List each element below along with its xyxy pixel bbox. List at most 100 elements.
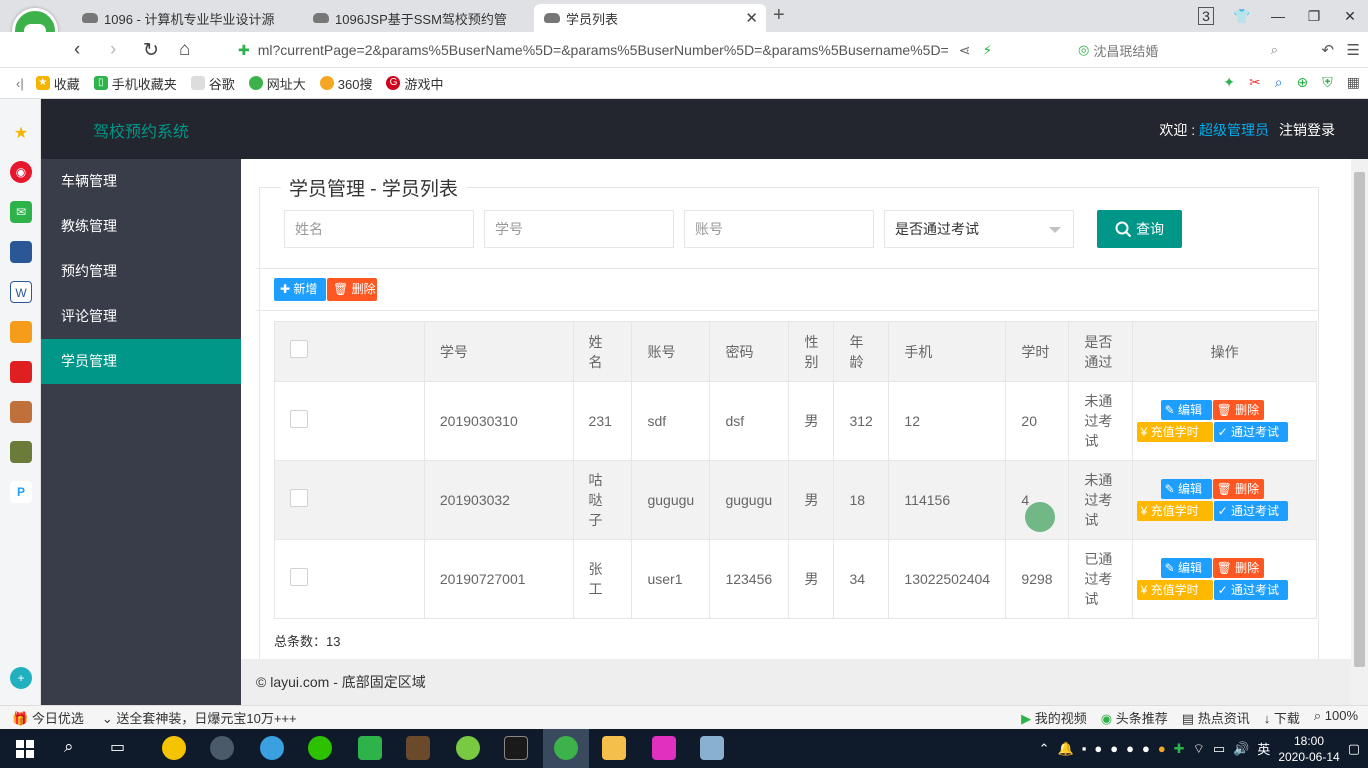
recharge-hours-button[interactable]: ¥ 充值学时: [1136, 501, 1213, 521]
col-header-age[interactable]: 年龄: [833, 321, 890, 382]
row-checkbox[interactable]: [290, 567, 308, 586]
task-view-icon[interactable]: ▭: [110, 737, 125, 757]
col-header-gender[interactable]: 性别: [788, 321, 835, 382]
game-app-icon[interactable]: [10, 401, 32, 423]
query-button[interactable]: 查询: [1097, 210, 1182, 248]
monitor-icon[interactable]: ▭: [1213, 741, 1225, 757]
delete-button[interactable]: 🗑 删除: [1212, 400, 1264, 420]
wifi-icon[interactable]: ⌔: [1193, 741, 1205, 757]
shop-icon[interactable]: [10, 361, 32, 383]
name-input[interactable]: [284, 210, 474, 248]
zoom-level[interactable]: ⌕ 100%: [1314, 708, 1358, 727]
qq-icon[interactable]: ●: [1110, 741, 1118, 756]
gamepad-icon[interactable]: ⊕: [1297, 74, 1309, 91]
new-tab-icon[interactable]: +: [773, 4, 785, 27]
account-input[interactable]: [684, 210, 874, 248]
delete-button[interactable]: 🗑 删除: [1212, 479, 1264, 499]
bookmark-favorites[interactable]: ★ 收藏: [35, 74, 80, 93]
terminal-icon[interactable]: [504, 736, 528, 760]
scrollbar-thumb[interactable]: [1354, 172, 1365, 667]
star-icon[interactable]: ★: [10, 123, 32, 145]
lightning-icon[interactable]: ⚡: [982, 42, 992, 59]
magnifier-icon[interactable]: ⌕: [1275, 74, 1283, 91]
student-number-input[interactable]: [484, 210, 674, 248]
close-window-icon[interactable]: ✕: [1332, 8, 1368, 25]
wechat-icon[interactable]: [308, 736, 332, 760]
shield-ext-icon[interactable]: ⛨: [1322, 74, 1333, 91]
bell-icon[interactable]: 🔔: [1058, 741, 1074, 757]
bookmark-google[interactable]: 谷歌: [190, 74, 235, 93]
windows-start-icon[interactable]: [16, 740, 34, 758]
bookmark-games[interactable]: G 游戏中: [386, 74, 444, 93]
share-icon[interactable]: ⋖: [959, 42, 971, 59]
add-button[interactable]: ✚ 新增: [274, 278, 326, 301]
word-icon[interactable]: W: [10, 281, 32, 303]
menu-item-vehicles[interactable]: 车辆管理: [41, 159, 241, 204]
browser-360-icon[interactable]: [554, 736, 578, 760]
col-header-account[interactable]: 账号: [631, 321, 711, 382]
search-box[interactable]: ◎ 沈昌珉结婚 ⌕: [1078, 37, 1278, 63]
pass-exam-button[interactable]: ✓ 通过考试: [1213, 501, 1288, 521]
p-app-icon[interactable]: P: [10, 481, 32, 503]
novel-icon[interactable]: [10, 321, 32, 343]
close-tab-icon[interactable]: ✕: [745, 9, 758, 27]
app-book-icon[interactable]: [700, 736, 724, 760]
mail-icon[interactable]: ✉: [10, 201, 32, 223]
page-scrollbar[interactable]: [1351, 99, 1368, 705]
my-videos[interactable]: ▶ 我的视频: [1021, 708, 1087, 727]
col-header-phone[interactable]: 手机: [888, 321, 1007, 382]
pubg-icon[interactable]: [10, 441, 32, 463]
app-green-icon[interactable]: [456, 736, 480, 760]
edit-button[interactable]: ✎ 编辑: [1160, 558, 1212, 578]
extension-green-icon[interactable]: ✦: [1223, 74, 1235, 91]
qq-icon[interactable]: ●: [1126, 741, 1134, 756]
recharge-hours-button[interactable]: ¥ 充值学时: [1136, 580, 1213, 600]
scissors-icon[interactable]: ✂: [1249, 74, 1261, 91]
col-header-passed[interactable]: 是否通过: [1068, 321, 1134, 382]
headline-recommend[interactable]: ◉ 头条推荐: [1101, 708, 1168, 727]
menu-item-students[interactable]: 学员管理: [41, 339, 241, 384]
browser-tab-3-active[interactable]: 学员列表 ✕: [534, 4, 766, 32]
game-icon[interactable]: [406, 736, 430, 760]
volume-icon[interactable]: 🔊: [1233, 741, 1249, 757]
system-title[interactable]: 驾校预约系统: [93, 118, 189, 142]
edit-button[interactable]: ✎ 编辑: [1160, 479, 1212, 499]
app-pink-icon[interactable]: [652, 736, 676, 760]
app-gray-icon[interactable]: [210, 736, 234, 760]
url-field[interactable]: ✚ ml?currentPage=2&params%5BuserName%5D=…: [238, 37, 1078, 63]
row-checkbox[interactable]: [290, 488, 308, 507]
news-icon[interactable]: [10, 241, 32, 263]
col-header-number[interactable]: 学号: [423, 321, 574, 382]
bookmark-mobile[interactable]: ▯ 手机收藏夹: [93, 74, 177, 93]
clock[interactable]: 18:00 2020-06-14: [1278, 733, 1339, 765]
hot-news[interactable]: ▤ 热点资讯: [1182, 708, 1250, 727]
search-icon[interactable]: ⌕: [64, 737, 74, 757]
forward-icon[interactable]: ›: [110, 39, 116, 61]
daily-picks[interactable]: 🎁 今日优选: [12, 708, 84, 727]
minimize-icon[interactable]: —: [1260, 8, 1296, 24]
col-header-password[interactable]: 密码: [709, 321, 790, 382]
bookmark-urls[interactable]: 网址大: [248, 74, 306, 93]
logout-link[interactable]: 注销登录: [1279, 120, 1335, 140]
notes-icon[interactable]: [358, 736, 382, 760]
col-header-hours[interactable]: 学时: [1005, 321, 1070, 382]
select-all-checkbox[interactable]: [290, 340, 308, 358]
apps-icon[interactable]: ▦: [1347, 74, 1360, 91]
bookmark-360[interactable]: 360搜: [319, 74, 372, 93]
edit-button[interactable]: ✎ 编辑: [1160, 400, 1212, 420]
menu-item-coaches[interactable]: 教练管理: [41, 204, 241, 249]
add-app-icon[interactable]: +: [10, 667, 32, 689]
app-blue-icon[interactable]: [260, 736, 284, 760]
home-icon[interactable]: ⌂: [179, 39, 190, 61]
folder-icon[interactable]: [602, 736, 626, 760]
row-checkbox[interactable]: [290, 409, 308, 428]
notifications-icon[interactable]: ▢: [1348, 741, 1360, 757]
chevron-up-icon[interactable]: ⌃: [1039, 741, 1050, 757]
undo-icon[interactable]: ↶: [1321, 42, 1334, 59]
qq-icon[interactable]: ●: [1094, 741, 1102, 756]
tray-app-icon[interactable]: ▪: [1082, 741, 1087, 756]
tray-plus-icon[interactable]: ✚: [1174, 741, 1185, 757]
pass-exam-button[interactable]: ✓ 通过考试: [1213, 580, 1288, 600]
restore-icon[interactable]: ❐: [1296, 8, 1332, 25]
reload-icon[interactable]: ↻: [143, 39, 159, 62]
